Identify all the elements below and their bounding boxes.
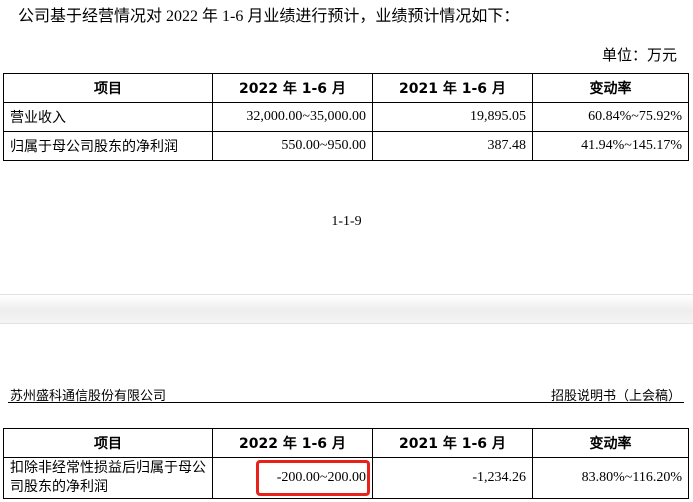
cell-2021: 387.48 <box>372 131 533 161</box>
row-label: 扣除非经常性损益后归属于母公司股东的净利润 <box>3 457 213 499</box>
cell-2022: 32,000.00~35,000.00 <box>212 102 373 132</box>
forecast-table-1: 项目 2022 年 1-6 月 2021 年 1-6 月 变动率 营业收入 32… <box>3 73 689 161</box>
cell-change: 41.94%~145.17% <box>532 131 689 161</box>
intro-text: 公司基于经营情况对 2022 年 1-6 月业绩进行预计，业绩预计情况如下： <box>18 8 520 25</box>
unit-label: 单位：万元 <box>601 48 677 64</box>
col-header-2021: 2021 年 1-6 月 <box>372 428 533 458</box>
forecast-table-2: 项目 2022 年 1-6 月 2021 年 1-6 月 变动率 扣除非经常性损… <box>3 428 689 499</box>
header-rule <box>8 402 684 403</box>
cell-change: 60.84%~75.92% <box>532 102 689 132</box>
page-number: 1-1-9 <box>331 214 362 229</box>
table-header-row: 项目 2022 年 1-6 月 2021 年 1-6 月 变动率 <box>3 428 689 458</box>
cell-2021: 19,895.05 <box>372 102 533 132</box>
col-header-2022: 2022 年 1-6 月 <box>212 428 373 458</box>
page-break <box>0 294 693 324</box>
table-row: 扣除非经常性损益后归属于母公司股东的净利润 -200.00~200.00 -1,… <box>3 457 689 499</box>
col-header-2022: 2022 年 1-6 月 <box>212 73 373 103</box>
col-header-change: 变动率 <box>532 73 689 103</box>
table-row: 营业收入 32,000.00~35,000.00 19,895.05 60.84… <box>3 102 689 132</box>
table-header-row: 项目 2022 年 1-6 月 2021 年 1-6 月 变动率 <box>3 73 689 103</box>
cell-2022: -200.00~200.00 <box>212 457 373 499</box>
col-header-item: 项目 <box>3 73 213 103</box>
col-header-item: 项目 <box>3 428 213 458</box>
row-label: 归属于母公司股东的净利润 <box>3 131 213 161</box>
col-header-2021: 2021 年 1-6 月 <box>372 73 533 103</box>
cell-2021: -1,234.26 <box>372 457 533 499</box>
col-header-change: 变动率 <box>532 428 689 458</box>
table-row: 归属于母公司股东的净利润 550.00~950.00 387.48 41.94%… <box>3 131 689 161</box>
row-label: 营业收入 <box>3 102 213 132</box>
cell-change: 83.80%~116.20% <box>532 457 689 499</box>
cell-2022: 550.00~950.00 <box>212 131 373 161</box>
